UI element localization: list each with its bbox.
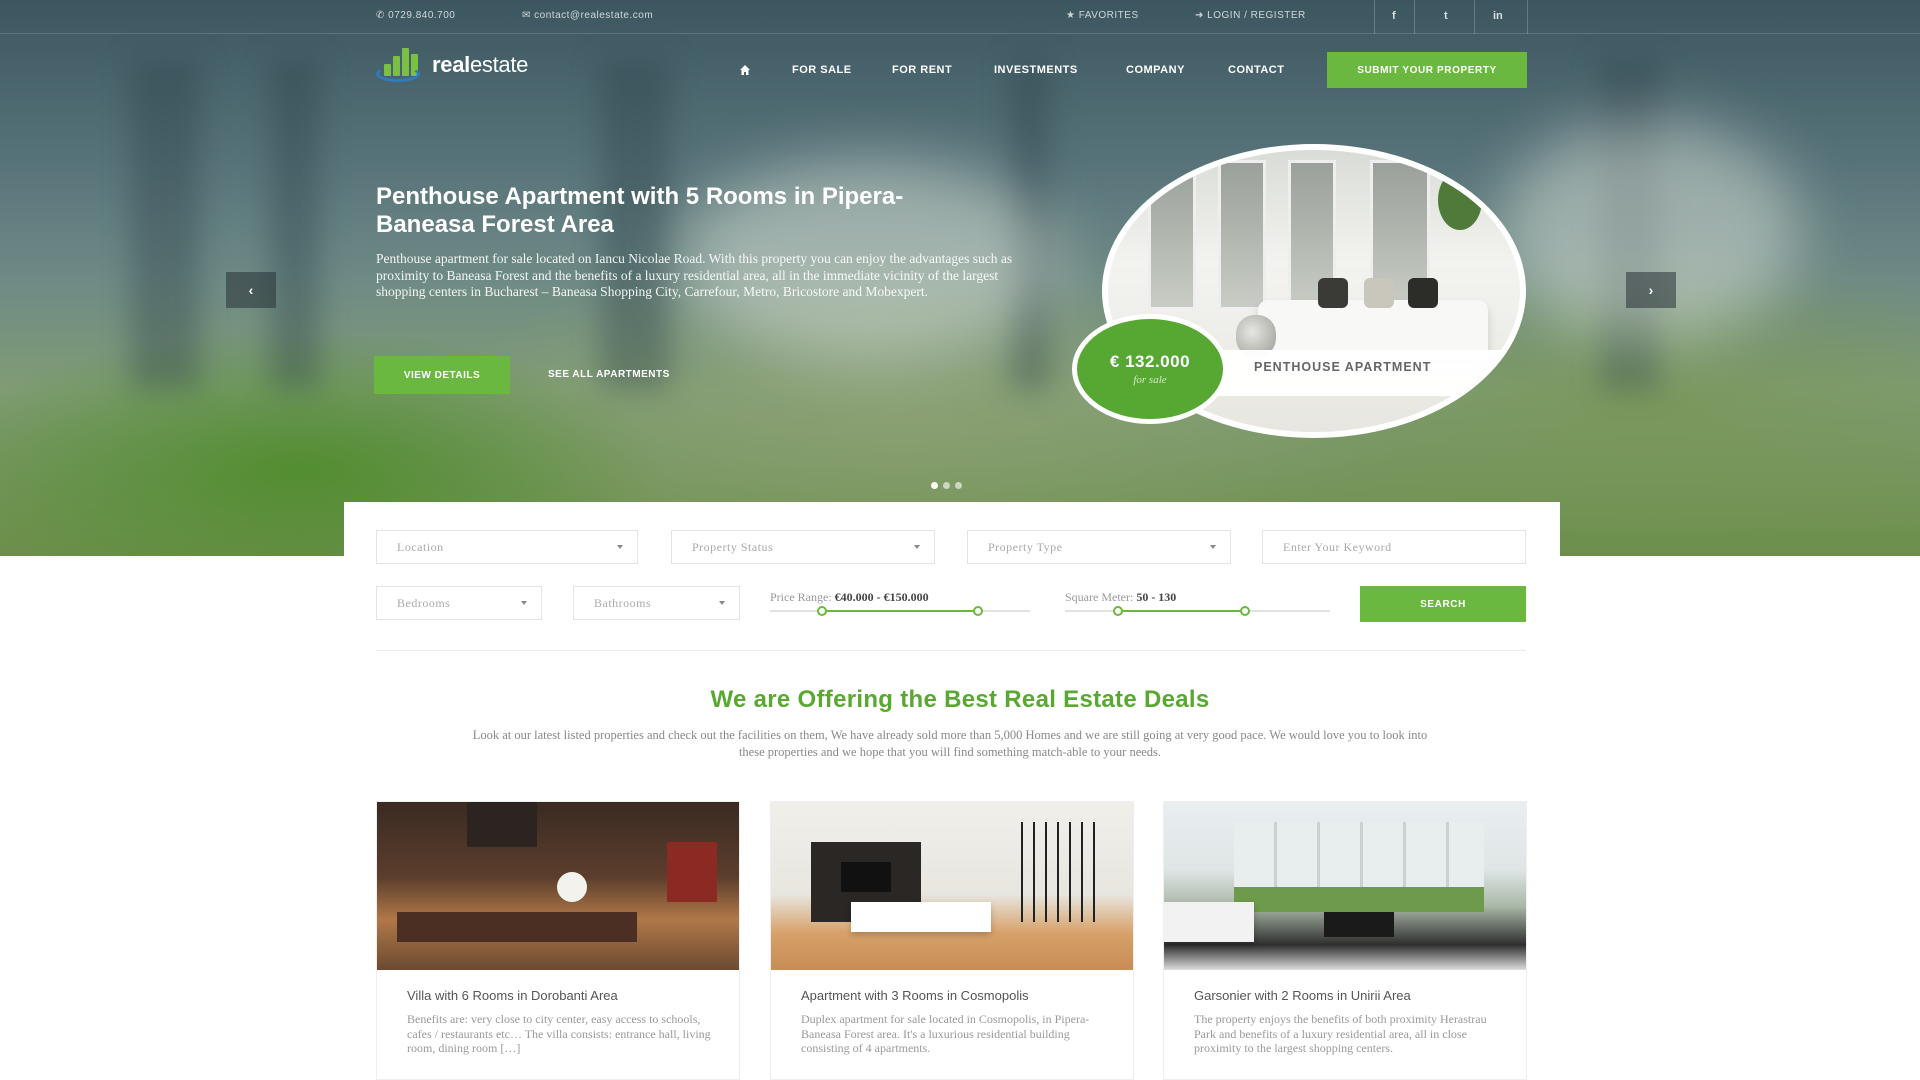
mail-icon: ✉ [522,10,535,21]
facebook-icon[interactable]: f [1392,10,1396,22]
range-min-handle[interactable] [1113,606,1123,616]
search-button[interactable]: SEARCH [1360,586,1526,622]
section-title: We are Offering the Best Real Estate Dea… [710,686,1210,713]
twitter-icon[interactable]: t [1444,10,1448,22]
star-icon: ★ [1066,10,1079,21]
caret-down-icon [521,601,527,605]
search-panel [344,502,1560,652]
caret-down-icon [719,601,725,605]
range-fill [1118,610,1246,612]
keyword-input[interactable]: Enter Your Keyword [1262,530,1526,564]
email-address: contact@realestate.com [534,10,654,21]
price-range-label: Price Range: €40.000 - €150.000 [770,590,929,604]
bathrooms-select[interactable]: Bathrooms [573,586,740,620]
location-select[interactable]: Location [376,530,638,564]
hero-title: Penthouse Apartment with 5 Rooms in Pipe… [376,183,904,238]
divider [1474,0,1475,34]
background-column [130,60,200,390]
card-description: Duplex apartment for sale located in Cos… [801,1012,1090,1055]
favorites-link[interactable]: ★ FAVORITES [1066,10,1139,21]
divider [1527,0,1528,34]
chevron-left-icon: ‹ [248,282,254,298]
caret-down-icon [1210,545,1216,549]
property-card[interactable]: Garsonier with 2 Rooms in Unirii Area Th… [1163,801,1527,1080]
logo-text: realestate [432,52,529,77]
section-description: Look at our latest listed properties and… [472,728,1428,759]
property-card[interactable]: Villa with 6 Rooms in Dorobanti Area Ben… [376,801,740,1080]
divider [1374,0,1375,34]
nav-contact[interactable]: CONTACT [1228,64,1284,76]
card-description: Benefits are: very close to city center,… [407,1012,711,1055]
divider [1414,0,1415,34]
favorites-label: FAVORITES [1078,10,1139,21]
slider-dot[interactable] [943,482,950,489]
phone-number: 0729.840.700 [388,10,456,21]
card-title[interactable]: Villa with 6 Rooms in Dorobanti Area [407,988,618,1003]
see-all-apartments-link[interactable]: SEE ALL APARTMENTS [548,369,670,380]
square-meter-label: Square Meter: 50 - 130 [1065,590,1177,604]
phone-icon: ✆ [376,10,389,21]
card-title[interactable]: Apartment with 3 Rooms in Cosmopolis [801,988,1029,1003]
login-label: LOGIN / REGISTER [1207,10,1306,21]
property-status-select[interactable]: Property Status [671,530,935,564]
site-logo[interactable]: realestate [374,46,528,84]
logo-mark-icon [374,46,424,84]
email-contact[interactable]: ✉ contact@realestate.com [522,10,653,21]
price-badge: € 132.000 for sale [1072,314,1228,424]
nav-for-rent[interactable]: FOR RENT [892,64,952,76]
hero-banner: ✆ 0729.840.700 ✉ contact@realestate.com … [0,0,1920,556]
top-bar: ✆ 0729.840.700 ✉ contact@realestate.com … [0,0,1920,34]
slider-dot[interactable] [931,482,938,489]
next-slide-button[interactable]: › [1626,272,1676,308]
property-card[interactable]: Apartment with 3 Rooms in Cosmopolis Dup… [770,801,1134,1080]
nav-investments[interactable]: INVESTMENTS [994,64,1078,76]
property-type-label: PENTHOUSE APARTMENT [1254,360,1432,374]
submit-property-button[interactable]: SUBMIT YOUR PROPERTY [1327,52,1527,88]
property-photo[interactable] [377,802,739,970]
view-details-button[interactable]: VIEW DETAILS [374,356,510,394]
property-photo[interactable] [1164,802,1526,970]
login-icon: ➜ [1195,10,1208,21]
chevron-right-icon: › [1648,282,1654,298]
divider [376,650,1526,651]
caret-down-icon [914,545,920,549]
slider-dot[interactable] [955,482,962,489]
property-type-select[interactable]: Property Type [967,530,1231,564]
price-amount: € 132.000 [1109,352,1191,371]
caret-down-icon [617,545,623,549]
range-fill [822,610,978,612]
range-min-handle[interactable] [817,606,827,616]
login-link[interactable]: ➜ LOGIN / REGISTER [1195,10,1306,21]
slider-dots [931,482,962,489]
phone-contact[interactable]: ✆ 0729.840.700 [376,10,455,21]
card-title[interactable]: Garsonier with 2 Rooms in Unirii Area [1194,988,1411,1003]
square-meter-slider[interactable] [1065,606,1330,616]
range-max-handle[interactable] [973,606,983,616]
linkedin-icon[interactable]: in [1493,10,1503,22]
background-column [270,60,320,390]
bedrooms-select[interactable]: Bedrooms [376,586,542,620]
hero-description: Penthouse apartment for sale located on … [376,251,1013,299]
nav-for-sale[interactable]: FOR SALE [792,64,852,76]
nav-company[interactable]: COMPANY [1126,64,1185,76]
card-description: The property enjoys the benefits of both… [1194,1012,1487,1055]
prev-slide-button[interactable]: ‹ [226,272,276,308]
price-note: for sale [1133,374,1167,386]
price-range-slider[interactable] [770,606,1030,616]
home-icon[interactable] [739,64,751,76]
property-photo[interactable] [771,802,1133,970]
